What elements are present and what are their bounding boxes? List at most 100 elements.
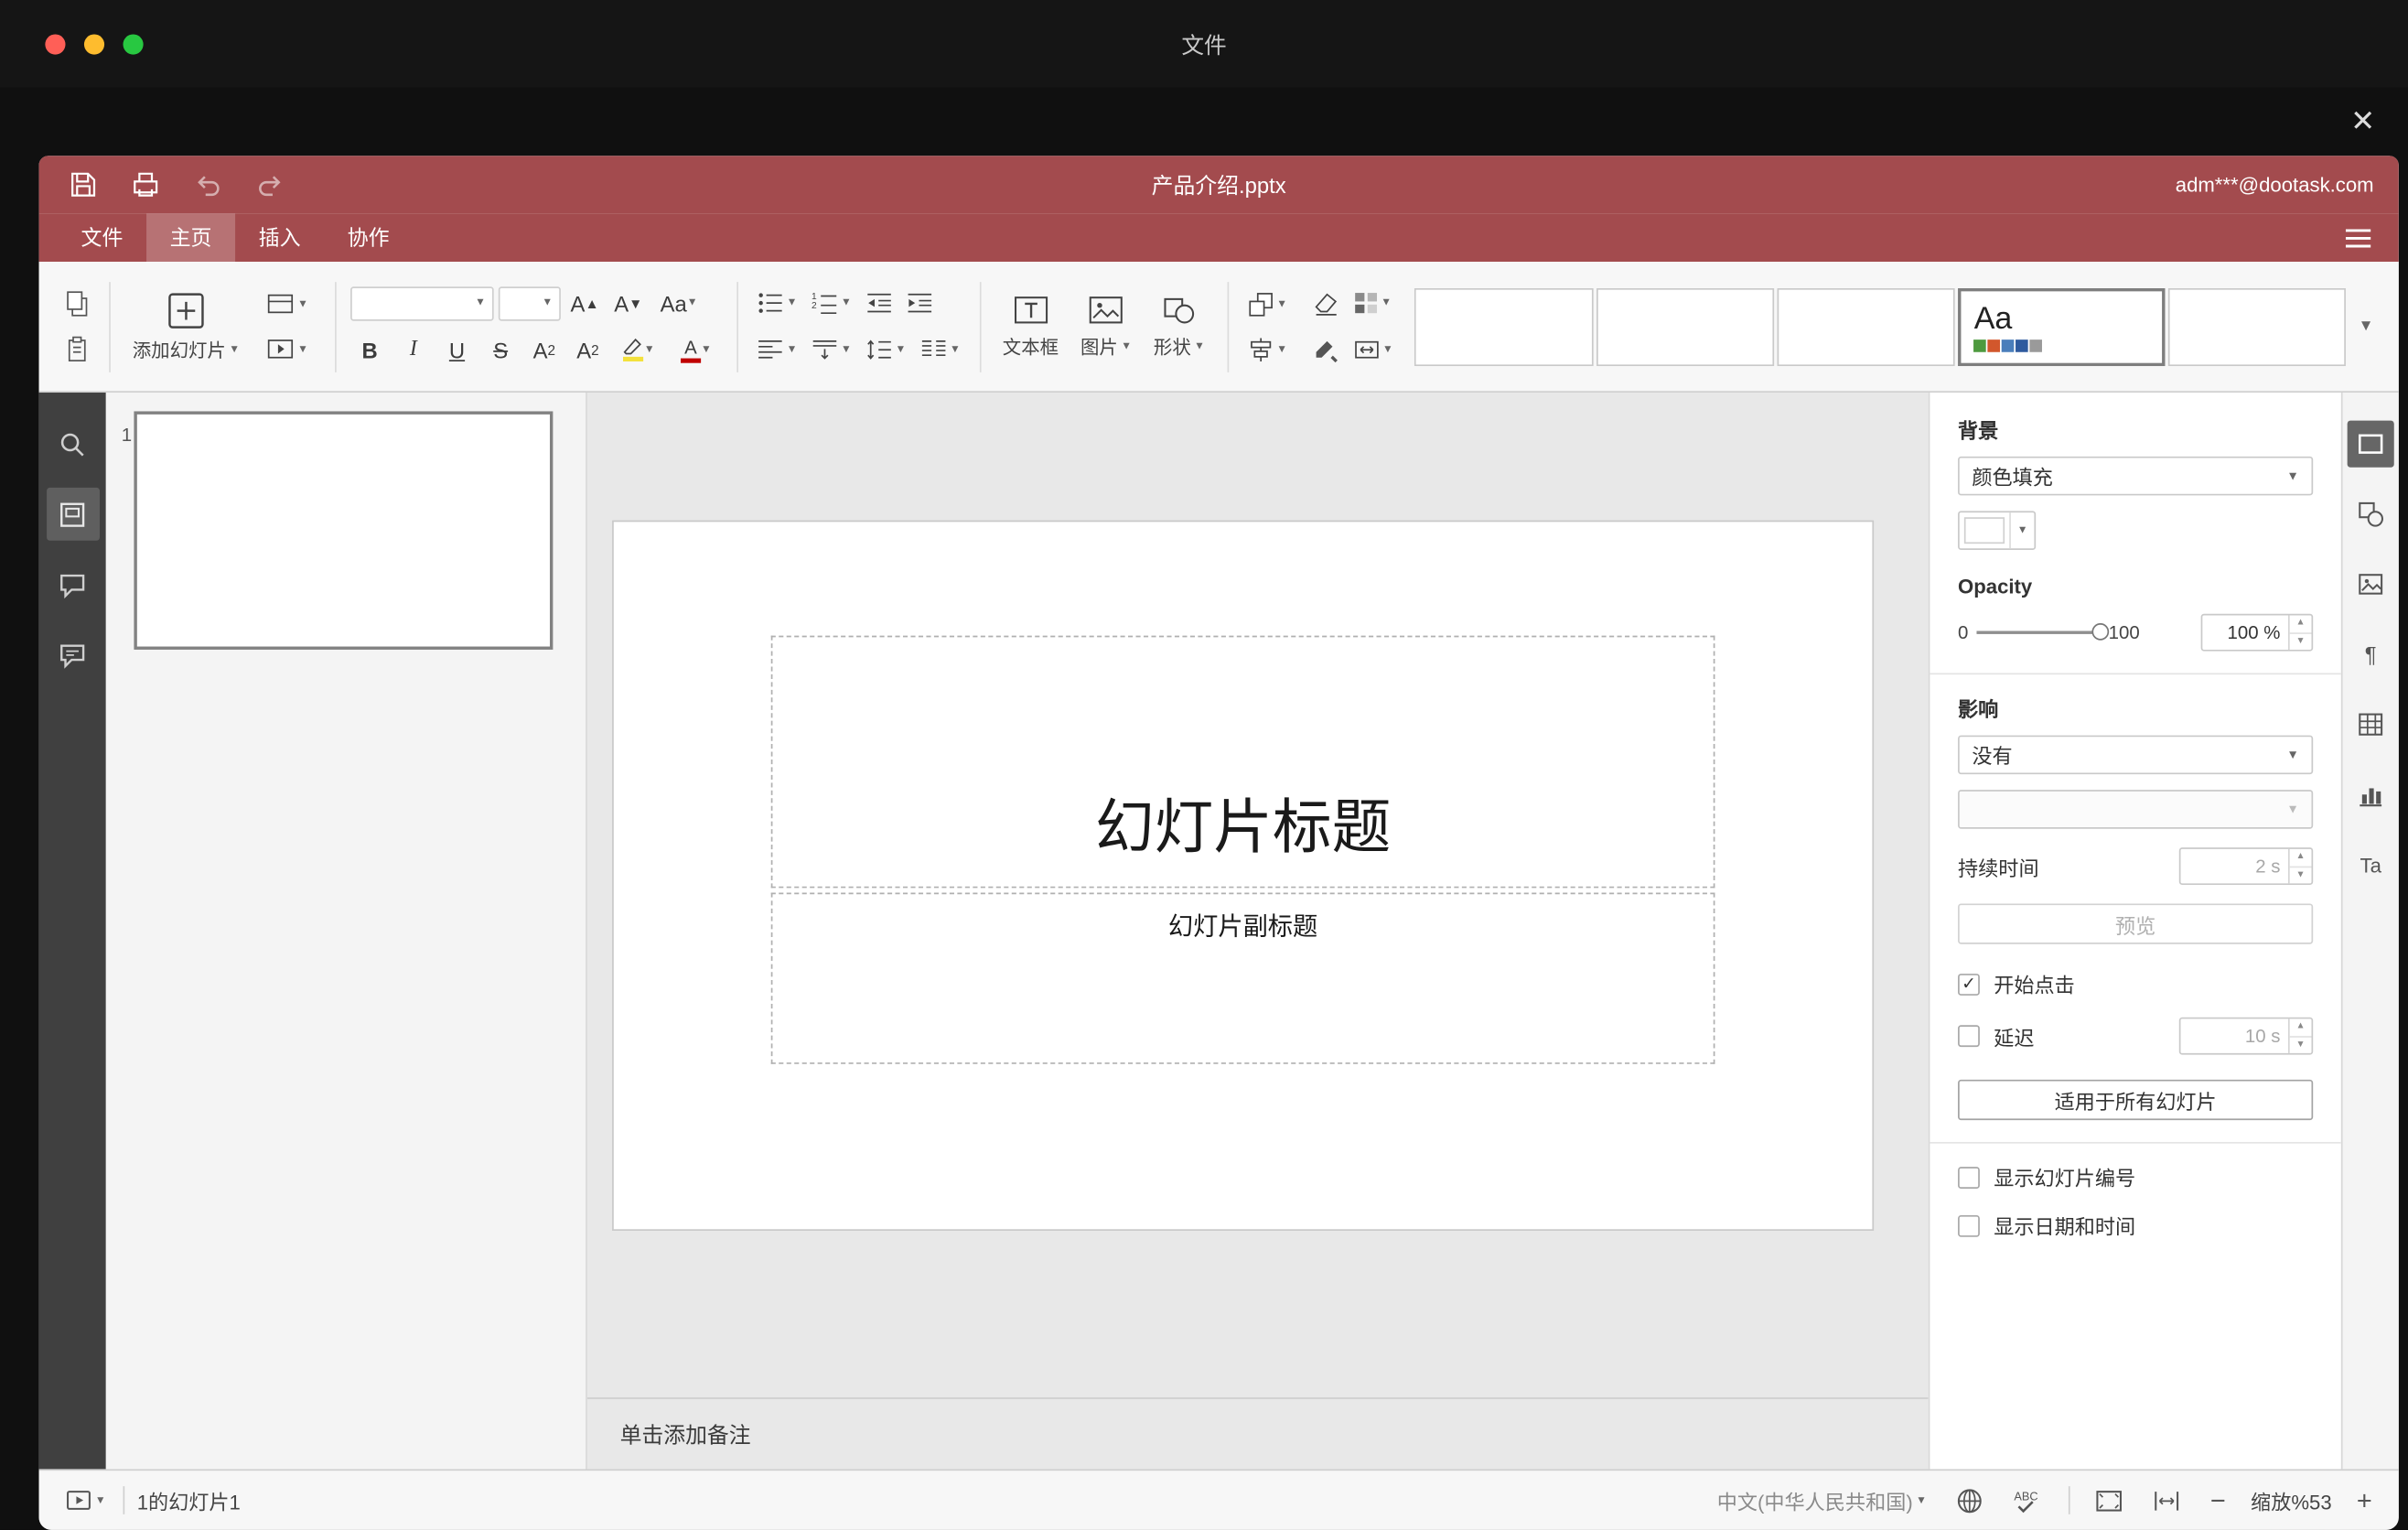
- tab-collaboration[interactable]: 协作: [324, 209, 413, 262]
- line-spacing-icon[interactable]: ▼: [861, 331, 910, 369]
- spinner-down-icon[interactable]: ▼: [2289, 631, 2312, 650]
- close-window-button[interactable]: [45, 33, 66, 54]
- highlight-color-icon[interactable]: ▼: [612, 331, 665, 369]
- font-color-icon[interactable]: A ▼: [670, 331, 723, 369]
- theme-tile[interactable]: [2167, 287, 2346, 366]
- table-settings-icon[interactable]: [2348, 701, 2394, 748]
- zoom-in-icon[interactable]: +: [2352, 1487, 2377, 1514]
- change-case-icon[interactable]: Aa ▼: [652, 285, 705, 322]
- italic-button[interactable]: I: [394, 331, 434, 369]
- duration-input[interactable]: 2 s ▲ ▼: [2178, 847, 2314, 886]
- start-on-click-checkbox[interactable]: ✓: [1958, 973, 1980, 996]
- tab-home[interactable]: 主页: [146, 209, 236, 263]
- chart-settings-icon[interactable]: [2348, 771, 2394, 818]
- theme-tile[interactable]: [1596, 287, 1775, 366]
- subscript-button[interactable]: A2: [568, 331, 607, 369]
- clear-style-icon[interactable]: [1307, 285, 1343, 322]
- opacity-slider[interactable]: [1975, 623, 2109, 641]
- print-icon[interactable]: [126, 166, 164, 203]
- theme-tile-selected[interactable]: Aa: [1958, 287, 2165, 366]
- slide[interactable]: 幻灯片标题 幻灯片副标题: [613, 522, 1873, 1230]
- copy-style-icon[interactable]: [1307, 331, 1343, 369]
- theme-tile[interactable]: [1777, 287, 1956, 366]
- align-shapes-icon[interactable]: ▼: [1242, 330, 1292, 368]
- spellcheck-icon[interactable]: ABC: [2007, 1482, 2048, 1519]
- decrease-indent-icon[interactable]: [861, 285, 897, 322]
- strikethrough-button[interactable]: S: [481, 331, 521, 369]
- insert-shape-button[interactable]: 形状 ▼: [1145, 290, 1212, 363]
- font-name-select[interactable]: ▼: [349, 286, 494, 320]
- paragraph-settings-icon[interactable]: ¶: [2348, 631, 2394, 678]
- slider-knob[interactable]: [2091, 623, 2109, 641]
- start-slideshow-status-icon[interactable]: ▼: [60, 1482, 110, 1519]
- textart-settings-icon[interactable]: Ta: [2348, 841, 2394, 888]
- spinner-up-icon[interactable]: ▲: [2290, 615, 2312, 631]
- fit-slide-icon[interactable]: [2091, 1482, 2128, 1519]
- slide-canvas[interactable]: 幻灯片标题 幻灯片副标题: [587, 393, 1929, 1397]
- maximize-window-button[interactable]: [123, 33, 144, 54]
- show-slide-number-checkbox[interactable]: [1958, 1166, 1980, 1189]
- statusbar-separator: [123, 1486, 125, 1514]
- minimize-window-button[interactable]: [83, 33, 105, 54]
- effect-variant-select[interactable]: ▼: [1958, 790, 2314, 829]
- superscript-button[interactable]: A2: [525, 331, 564, 369]
- arrange-shapes-icon[interactable]: ▼: [1242, 286, 1292, 323]
- increase-font-size-icon[interactable]: A ▲: [565, 285, 605, 322]
- notes-area[interactable]: 单击添加备注: [586, 1397, 1929, 1469]
- statusbar-separator: [2068, 1486, 2070, 1514]
- menu-icon[interactable]: [2337, 219, 2381, 256]
- bullets-icon[interactable]: ▼: [752, 285, 801, 322]
- slide-thumbnail[interactable]: [134, 411, 554, 650]
- underline-button[interactable]: U: [437, 331, 477, 369]
- save-icon[interactable]: [64, 166, 102, 203]
- zoom-out-icon[interactable]: −: [2206, 1487, 2231, 1514]
- insert-image-button[interactable]: 图片 ▼: [1072, 290, 1139, 363]
- slide-size-icon[interactable]: ▼: [1349, 331, 1398, 369]
- fit-width-icon[interactable]: [2148, 1482, 2186, 1519]
- preview-button[interactable]: 预览: [1958, 903, 2314, 944]
- theme-tile[interactable]: [1414, 287, 1594, 366]
- add-slide-button[interactable]: 添加幻灯片 ▼: [124, 287, 247, 365]
- subtitle-placeholder[interactable]: 幻灯片副标题: [770, 892, 1715, 1064]
- bold-button[interactable]: B: [350, 331, 390, 369]
- copy-icon[interactable]: [59, 286, 95, 323]
- delay-checkbox[interactable]: [1958, 1025, 1980, 1048]
- apply-to-all-button[interactable]: 适用于所有幻灯片: [1958, 1079, 2314, 1121]
- tab-file[interactable]: 文件: [58, 209, 146, 262]
- columns-icon[interactable]: ▼: [916, 331, 965, 369]
- fill-type-select[interactable]: 颜色填充 ▼: [1958, 456, 2314, 496]
- language-select[interactable]: 中文(中华人民共和国) ▼: [1713, 1482, 1931, 1519]
- slide-thumbnails-panel: 1: [105, 393, 587, 1470]
- font-size-select[interactable]: ▼: [498, 286, 561, 320]
- undo-icon[interactable]: [188, 166, 226, 203]
- document-language-icon[interactable]: [1951, 1482, 1987, 1519]
- vertical-align-icon[interactable]: ▼: [807, 331, 856, 369]
- change-layout-icon[interactable]: ▼: [262, 286, 313, 323]
- feedback-icon[interactable]: [46, 628, 99, 681]
- horizontal-align-icon[interactable]: ▼: [752, 331, 801, 369]
- color-scheme-icon[interactable]: ▼: [1349, 285, 1397, 322]
- insert-textbox-button[interactable]: 文本框: [994, 290, 1066, 363]
- tab-insert[interactable]: 插入: [235, 209, 324, 262]
- comments-icon[interactable]: [46, 557, 99, 610]
- slides-panel-icon[interactable]: [46, 487, 100, 541]
- title-placeholder[interactable]: 幻灯片标题: [770, 635, 1715, 889]
- effect-select[interactable]: 没有 ▼: [1958, 735, 2314, 775]
- fill-color-picker[interactable]: ▼: [1958, 511, 2037, 550]
- start-slideshow-icon[interactable]: ▼: [262, 330, 313, 368]
- theme-gallery-expand-icon[interactable]: ▼: [2346, 287, 2386, 365]
- opacity-input[interactable]: 100 % ▲ ▼: [2200, 613, 2314, 652]
- search-icon[interactable]: [46, 417, 99, 470]
- show-date-time-checkbox[interactable]: [1958, 1214, 1980, 1236]
- increase-indent-icon[interactable]: [901, 285, 937, 322]
- paste-icon[interactable]: [59, 330, 95, 368]
- home-toolbar: 添加幻灯片 ▼ ▼ ▼ ▼ ▼ A ▲ A ▼ Aa ▼ B I U S A 2…: [38, 262, 2399, 393]
- close-icon[interactable]: ✕: [2339, 100, 2386, 146]
- delay-input[interactable]: 10 s ▲ ▼: [2178, 1017, 2314, 1055]
- decrease-font-size-icon[interactable]: A ▼: [608, 285, 648, 322]
- slide-settings-icon[interactable]: [2347, 420, 2394, 468]
- redo-icon[interactable]: [251, 166, 288, 203]
- numbering-icon[interactable]: 12 ▼: [807, 285, 856, 322]
- shape-settings-icon[interactable]: [2348, 490, 2394, 537]
- image-settings-icon[interactable]: [2348, 561, 2394, 608]
